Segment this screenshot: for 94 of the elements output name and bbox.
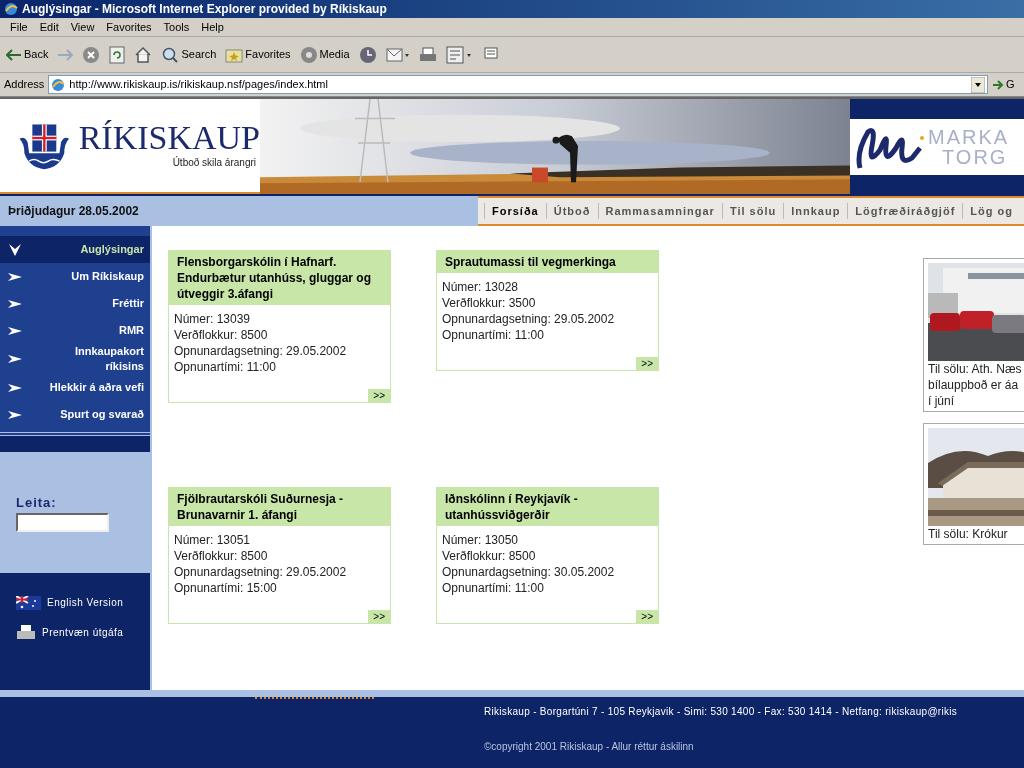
notice-detail: Númer: 13050 [442, 531, 520, 548]
for-sale-caption[interactable]: bílauppboð er áa [928, 377, 1024, 393]
go-arrow-icon [992, 78, 1004, 91]
menu-item[interactable]: Tools [157, 18, 196, 36]
address-label: Address [4, 77, 45, 93]
sidebar-link[interactable]: English Version [16, 595, 150, 610]
for-sale-caption[interactable]: í júní [928, 393, 1024, 409]
nav-tab[interactable]: Forsíða [484, 202, 546, 220]
menu-item[interactable]: Help [195, 18, 230, 36]
window-title: Auglýsingar - Microsoft Internet Explorer provided by Ríkiskaup [22, 1, 387, 18]
history-icon [358, 45, 377, 64]
notice-detail: Númer: 13039 [174, 311, 252, 327]
notice-detail: Númer: 13028 [442, 279, 520, 295]
dropdown-arrow-icon[interactable] [971, 76, 985, 93]
nav-tab[interactable]: Lög og [962, 202, 1020, 220]
sidebar-item[interactable]: Spurt og svarað [0, 401, 150, 428]
sidebar-item[interactable]: Fréttir [0, 290, 150, 317]
notice-detail: Opnunardagsetning: 29.05.2002 [174, 343, 348, 359]
sidebar-item[interactable]: Innkaupakort ríkisins [0, 344, 150, 374]
home-icon [134, 45, 153, 64]
notice-detail: Verðflokkur: 8500 [174, 547, 269, 564]
notice-detail: Verðflokkur: 8500 [174, 327, 269, 343]
menu-item[interactable]: Edit [33, 18, 65, 36]
search-field[interactable] [16, 512, 109, 532]
notice-detail: Númer: 13051 [174, 531, 252, 548]
for-sale-caption[interactable]: Til sölu: Ath. Næs [928, 361, 1024, 377]
forward-arrow-icon [57, 48, 74, 61]
footer-copyright: ©copyright 2001 Rikiskaup - Allur réttur áskilinn [484, 740, 695, 754]
search-icon [161, 45, 180, 64]
sidebar-item[interactable]: Auglýsingar [0, 236, 150, 263]
menu-item[interactable]: View [64, 18, 101, 36]
sidebar-item[interactable]: RMR [0, 317, 150, 344]
printer-icon [16, 624, 36, 640]
mail-icon [385, 45, 410, 64]
toolbar-button[interactable]: Media [297, 45, 352, 64]
notice-detail: Verðflokkur: 3500 [442, 295, 537, 311]
footer-address: Rikiskaup - Borgartúni 7 - 105 Reykjavik - Simi: 530 1400 - Fax: 530 1414 - Netfang: rikiskaup@rikis [484, 705, 959, 719]
toolbar-button[interactable] [383, 45, 412, 64]
notice-title[interactable]: Fjölbrautarskóli Suðurnesja - Brunavarnir 1. áfangi [169, 487, 390, 526]
refresh-icon [109, 45, 126, 64]
notice-detail: Opnunartími: 11:00 [442, 579, 545, 596]
nav-tab[interactable]: Innkaup [783, 202, 848, 220]
right-arrow-icon [8, 270, 22, 283]
go-button[interactable]: G [992, 76, 1020, 93]
notice-detail: Opnunardagsetning: 29.05.2002 [442, 311, 616, 327]
nav-tab[interactable]: Rammasamningar [597, 202, 722, 220]
nav-tab[interactable]: Til sölu [721, 202, 784, 220]
right-arrow-icon [8, 381, 22, 394]
date-text: Þriðjudagur 28.05.2002 [8, 203, 139, 220]
notice-detail: Opnunardagsetning: 29.05.2002 [174, 563, 348, 580]
back-arrow-icon [6, 48, 22, 61]
toolbar-button[interactable] [107, 45, 128, 64]
nav-tab[interactable]: Lögfræðiráðgjöf [847, 202, 963, 220]
notice-detail: Opnunartími: 11:00 [174, 359, 277, 375]
right-arrow-icon [8, 297, 22, 310]
more-link[interactable]: >> [636, 357, 658, 370]
for-sale-caption[interactable]: Til sölu: Krókur [928, 526, 1024, 542]
flag-icon [16, 595, 41, 610]
menu-item[interactable]: Favorites [100, 18, 158, 36]
edit-icon [445, 45, 474, 64]
media-icon [299, 45, 318, 64]
page-icon [51, 77, 66, 92]
logo-name: RÍKISKAUP [78, 121, 260, 155]
partner-logo-text: TORG [941, 146, 1009, 167]
right-arrow-icon [8, 353, 22, 365]
down-arrow-icon [8, 243, 22, 256]
right-arrow-icon [8, 408, 22, 421]
star-folder-icon [225, 46, 244, 63]
logo-tagline: Útboð skila árangri [172, 155, 257, 170]
notice-title[interactable]: Flensborgarskólin í Hafnarf. Endurbætur utanhúss, gluggar og útveggir 3.áfangi [169, 251, 390, 305]
partner-logo-text: MARKA [928, 126, 1010, 147]
menu-item[interactable]: File [4, 18, 34, 36]
printer-icon [418, 45, 437, 64]
sidebar-item[interactable]: Hlekkir á aðra vefi [0, 374, 150, 401]
sidebar-item[interactable]: Um Ríkiskaup [0, 263, 150, 290]
notice-detail: Opnunartími: 11:00 [442, 327, 545, 343]
address-field[interactable]: http://www.rikiskaup.is/rikiskaup.nsf/pages/index.html [48, 75, 988, 94]
more-link[interactable]: >> [368, 609, 390, 623]
toolbar-button[interactable]: Back [4, 46, 51, 63]
sidebar-link[interactable]: Prentvæn útgáfa [16, 624, 150, 640]
browser-icon [4, 2, 18, 16]
notice-title[interactable]: Iðnskólinn í Reykjavík - utanhússviðgerðir [437, 487, 658, 526]
more-link[interactable]: >> [636, 609, 658, 623]
notice-detail: Opnunardagsetning: 30.05.2002 [442, 563, 616, 580]
toolbar-button[interactable]: Favorites [223, 46, 293, 63]
more-link[interactable]: >> [368, 389, 390, 402]
search-label: Leita: [16, 494, 58, 513]
nav-tab[interactable]: Útboð [545, 202, 598, 220]
notice-detail: Verðflokkur: 8500 [442, 547, 537, 564]
toolbar-button[interactable]: Search [159, 45, 219, 64]
stop-icon [82, 45, 101, 64]
notice-detail: Opnunartími: 15:00 [174, 579, 278, 596]
right-arrow-icon [8, 324, 22, 337]
notice-title[interactable]: Sprautumassi til vegmerkinga [437, 251, 658, 273]
